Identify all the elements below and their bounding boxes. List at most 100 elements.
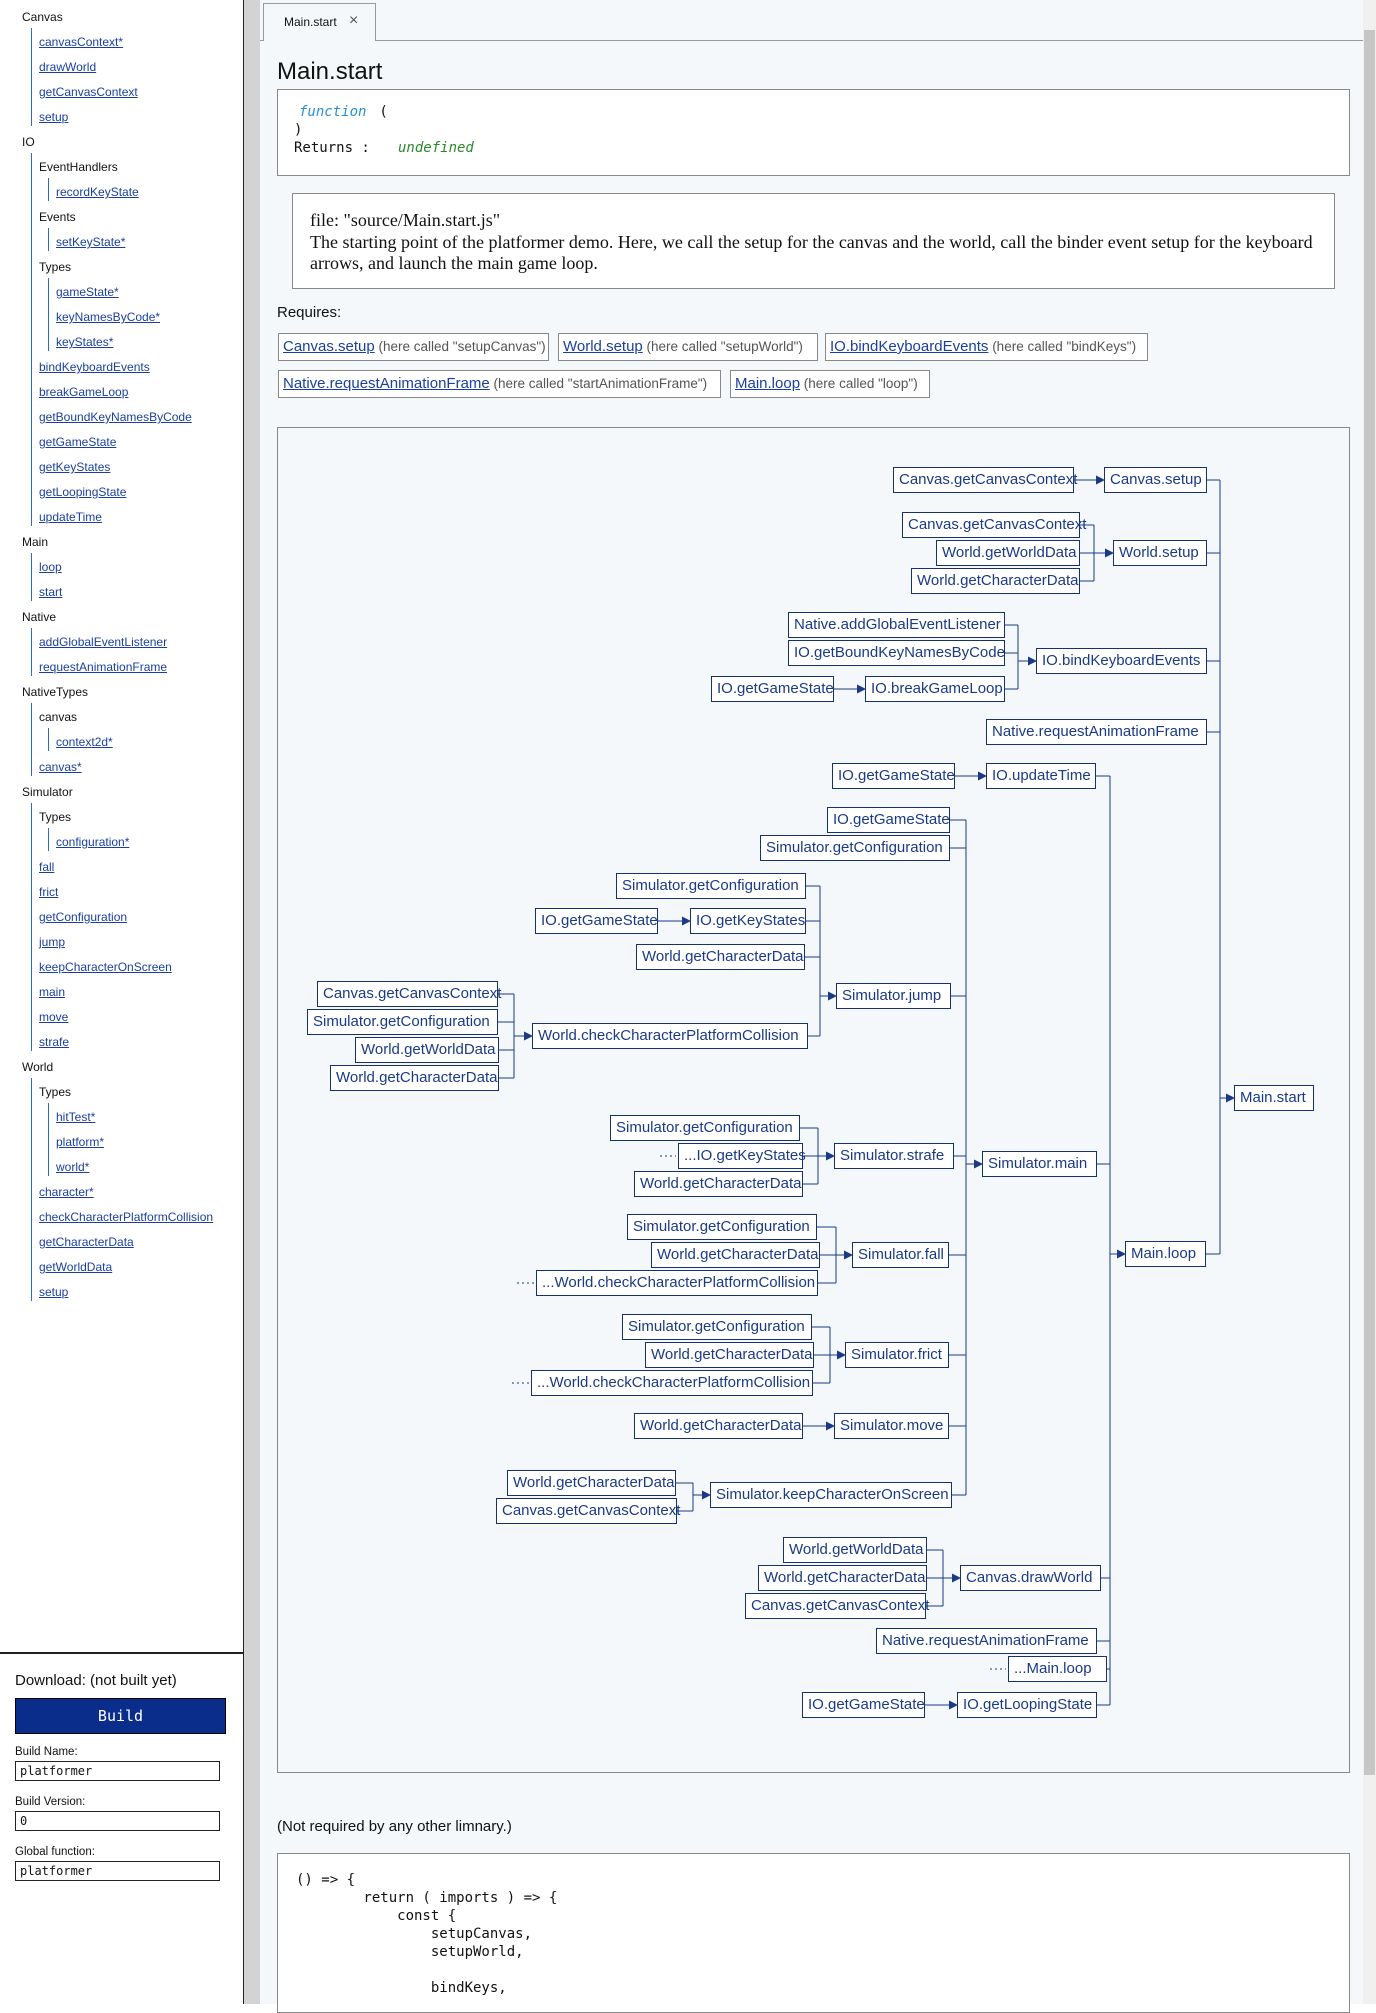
graph-node-smove: Simulator.move [834,1413,949,1439]
sidebar-link-keynamesbycode[interactable]: keyNamesByCode* [56,310,160,324]
sidebar-link-getcanvascontext[interactable]: getCanvasContext [39,85,138,99]
sidebar-link-gamestate[interactable]: gameState* [56,285,119,299]
sidebar-link-getloopingstate[interactable]: getLoopingState [39,485,126,499]
graph-node-iogbk: IO.getBoundKeyNamesByCode [788,640,1005,666]
requires-link[interactable]: Native.requestAnimationFrame [283,375,490,392]
sidebar-link-getboundkeynamesbycode[interactable]: getBoundKeyNamesByCode [39,410,192,424]
sidebar-group-eventhandlers: EventHandlers [39,160,118,174]
sidebar-resize-handle[interactable] [244,0,260,2004]
graph-node-wgcd9: World.getCharacterData [758,1565,927,1591]
sidebar-link-keystates[interactable]: keyStates* [56,335,113,349]
build-version-input[interactable]: 0 [15,1811,220,1831]
graph-node-wgcd8: World.getCharacterData [507,1470,676,1496]
sidebar-link-configuration[interactable]: configuration* [56,835,129,849]
sidebar-tree-line [48,828,49,851]
graph-node-wgcd5: World.getCharacterData [651,1242,820,1268]
sidebar-link-world[interactable]: world* [56,1160,89,1174]
graph-node-mloop: Main.loop [1125,1241,1206,1267]
graph-node-wgwd1: World.getWorldData [936,540,1080,566]
graph-node-iogs1: IO.getGameState [711,676,834,702]
graph-node-wccpc2: ...World.checkCharacterPlatformCollision [536,1270,818,1296]
sidebar-link-breakgameloop[interactable]: breakGameLoop [39,385,128,399]
graph-node-iogs2: IO.getGameState [832,763,955,789]
signature-keyword: function [299,104,367,120]
graph-node-sgc2: Simulator.getConfiguration [616,873,806,899]
returns-label: Returns : [294,140,370,156]
sidebar-tree-line [48,178,49,201]
requires-label: Requires: [277,304,342,321]
sidebar-link-context2d[interactable]: context2d* [56,735,113,749]
sidebar-link-hittest[interactable]: hitTest* [56,1110,95,1124]
graph-node-iobke: IO.bindKeyboardEvents [1036,648,1207,674]
graph-node-cgcc5: Canvas.getCanvasContext [745,1593,929,1619]
graph-node-sgc5: Simulator.getConfiguration [627,1214,817,1240]
sidebar-link-bindkeyboardevents[interactable]: bindKeyboardEvents [39,360,150,374]
sidebar-link-recordkeystate[interactable]: recordKeyState [56,185,139,199]
sidebar-link-getconfiguration[interactable]: getConfiguration [39,910,127,924]
requires-item: Native.requestAnimationFrame (here calle… [278,370,721,398]
build-version-label: Build Version: [15,1796,86,1808]
sidebar-link-canvascontext[interactable]: canvasContext* [39,35,123,49]
graph-node-iogks2: ...IO.getKeyStates [678,1143,806,1169]
requires-link[interactable]: Canvas.setup [283,338,375,355]
sidebar-tree-line [48,278,49,351]
sidebar-link-frict[interactable]: frict [39,885,58,899]
sidebar-tree-line [31,703,32,776]
requires-link[interactable]: Main.loop [735,375,800,392]
scrollbar-thumb[interactable] [1364,30,1375,1775]
sidebar-link-getkeystates[interactable]: getKeyStates [39,460,110,474]
requires-link[interactable]: IO.bindKeyboardEvents [830,338,988,355]
sidebar-link-getworlddata[interactable]: getWorldData [39,1260,112,1274]
sidebar-link-jump[interactable]: jump [39,935,65,949]
sidebar-group-canvas: canvas [39,710,78,724]
graph-node-skcos: Simulator.keepCharacterOnScreen [710,1482,952,1508]
sidebar-tree-line [31,28,32,126]
graph-node-wsetup: World.setup [1113,540,1207,566]
build-button[interactable]: Build [15,1698,226,1734]
sidebar-link-setup[interactable]: setup [39,1285,68,1299]
sidebar-link-keepcharacteronscreen[interactable]: keepCharacterOnScreen [39,960,172,974]
sidebar-link-requestanimationframe[interactable]: requestAnimationFrame [39,660,167,674]
graph-node-iobgl: IO.breakGameLoop [865,676,1005,702]
sidebar-group-io: IO [22,135,35,149]
graph-node-sfrict: Simulator.frict [845,1342,949,1368]
sidebar-link-strafe[interactable]: strafe [39,1035,69,1049]
sidebar-link-setkeystate[interactable]: setKeyState* [56,235,125,249]
sidebar-group-events: Events [39,210,76,224]
graph-node-iogks1: IO.getKeyStates [690,908,806,934]
sidebar-link-setup[interactable]: setup [39,110,68,124]
sidebar-link-loop[interactable]: loop [39,560,62,574]
tab-main-start[interactable]: Main.start × [263,3,376,41]
sidebar-tree-line [31,1078,32,1301]
sidebar-link-fall[interactable]: fall [39,860,54,874]
sidebar-link-main[interactable]: main [39,985,65,999]
code-text: () => { return ( imports ) => { const { … [296,1872,558,1996]
graph-node-cgcc2: Canvas.getCanvasContext [902,512,1086,538]
sidebar-link-getcharacterdata[interactable]: getCharacterData [39,1235,134,1249]
signature-box: function ( ) Returns : undefined [277,89,1350,176]
build-name-input[interactable]: platformer [15,1761,220,1781]
sidebar-link-checkcharacterplatformcollision[interactable]: checkCharacterPlatformCollision [39,1210,213,1224]
sidebar-link-addglobaleventlistener[interactable]: addGlobalEventListener [39,635,167,649]
requires-link[interactable]: World.setup [563,338,643,355]
sidebar-link-character[interactable]: character* [39,1185,94,1199]
sidebar-link-move[interactable]: move [39,1010,68,1024]
graph-node-sstrafe: Simulator.strafe [834,1143,954,1169]
sidebar-group-types: Types [39,260,72,274]
graph-node-nraf1: Native.requestAnimationFrame [986,719,1207,745]
graph-node-wgcd4: World.getCharacterData [634,1171,803,1197]
requires-alias: (here called "setupWorld") [642,339,803,354]
sidebar-link-start[interactable]: start [39,585,62,599]
sidebar-group-types: Types [39,1085,72,1099]
close-icon[interactable]: × [349,12,358,30]
requires-item: Canvas.setup (here called "setupCanvas") [278,333,549,361]
graph-node-sgc1: Simulator.getConfiguration [760,835,950,861]
sidebar-link-getgamestate[interactable]: getGameState [39,435,116,449]
sidebar-link-platform[interactable]: platform* [56,1135,104,1149]
sidebar-tree-line [31,803,32,1051]
sidebar-link-drawworld[interactable]: drawWorld [39,60,96,74]
requires-alias: (here called "startAnimationFrame") [489,376,708,391]
global-function-input[interactable]: platformer [15,1861,220,1881]
sidebar-link-canvas[interactable]: canvas* [39,760,82,774]
sidebar-link-updatetime[interactable]: updateTime [39,510,102,524]
